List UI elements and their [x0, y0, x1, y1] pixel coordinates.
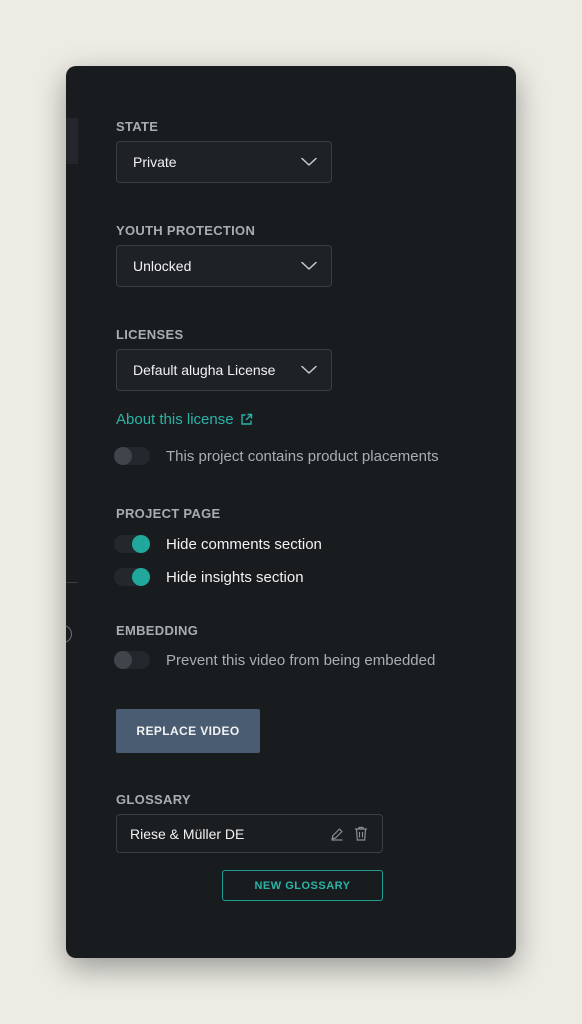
prevent-embed-toggle-row[interactable]: Prevent this video from being embedded: [114, 651, 435, 669]
project-page-label: PROJECT PAGE: [116, 506, 221, 521]
settings-panel: STATE Private YOUTH PROTECTION Unlocked …: [66, 66, 516, 958]
background-circle-icon: [66, 625, 72, 643]
state-select-value: Private: [133, 154, 177, 170]
prevent-embed-switch[interactable]: [114, 651, 150, 669]
about-license-link[interactable]: About this license: [116, 411, 253, 428]
state-label: STATE: [116, 119, 159, 134]
youth-protection-label: YOUTH PROTECTION: [116, 223, 256, 238]
hide-comments-toggle-row[interactable]: Hide comments section: [114, 535, 322, 553]
prevent-embed-label: Prevent this video from being embedded: [166, 651, 436, 669]
youth-protection-select[interactable]: Unlocked: [116, 245, 332, 287]
glossary-label: GLOSSARY: [116, 792, 191, 807]
hide-insights-toggle-row[interactable]: Hide insights section: [114, 568, 304, 586]
state-select[interactable]: Private: [116, 141, 332, 183]
glossary-item: Riese & Müller DE: [116, 814, 383, 853]
hide-comments-label: Hide comments section: [166, 535, 322, 553]
replace-video-button[interactable]: REPLACE VIDEO: [116, 709, 260, 753]
glossary-item-name: Riese & Müller DE: [130, 825, 245, 842]
licenses-label: LICENSES: [116, 327, 184, 342]
product-placement-switch[interactable]: [114, 447, 150, 465]
product-placement-label: This project contains product placements: [166, 447, 439, 465]
chevron-down-icon: [301, 157, 317, 166]
hide-insights-switch[interactable]: [114, 568, 150, 586]
chevron-down-icon: [301, 261, 317, 270]
licenses-select[interactable]: Default alugha License: [116, 349, 332, 391]
licenses-select-value: Default alugha License: [133, 362, 276, 378]
pencil-icon[interactable]: [330, 827, 344, 841]
embedding-label: EMBEDDING: [116, 623, 199, 638]
about-license-link-text: About this license: [116, 411, 234, 428]
youth-protection-select-value: Unlocked: [133, 258, 192, 274]
product-placement-toggle-row[interactable]: This project contains product placements: [114, 447, 439, 465]
new-glossary-button[interactable]: NEW GLOSSARY: [222, 870, 383, 901]
background-sidebar-fragment: [66, 118, 78, 164]
external-link-icon: [240, 413, 252, 425]
glossary-item-actions: [330, 826, 368, 841]
chevron-down-icon: [301, 365, 317, 374]
hide-insights-label: Hide insights section: [166, 568, 304, 586]
trash-icon[interactable]: [354, 826, 368, 841]
background-divider: [66, 582, 78, 583]
hide-comments-switch[interactable]: [114, 535, 150, 553]
